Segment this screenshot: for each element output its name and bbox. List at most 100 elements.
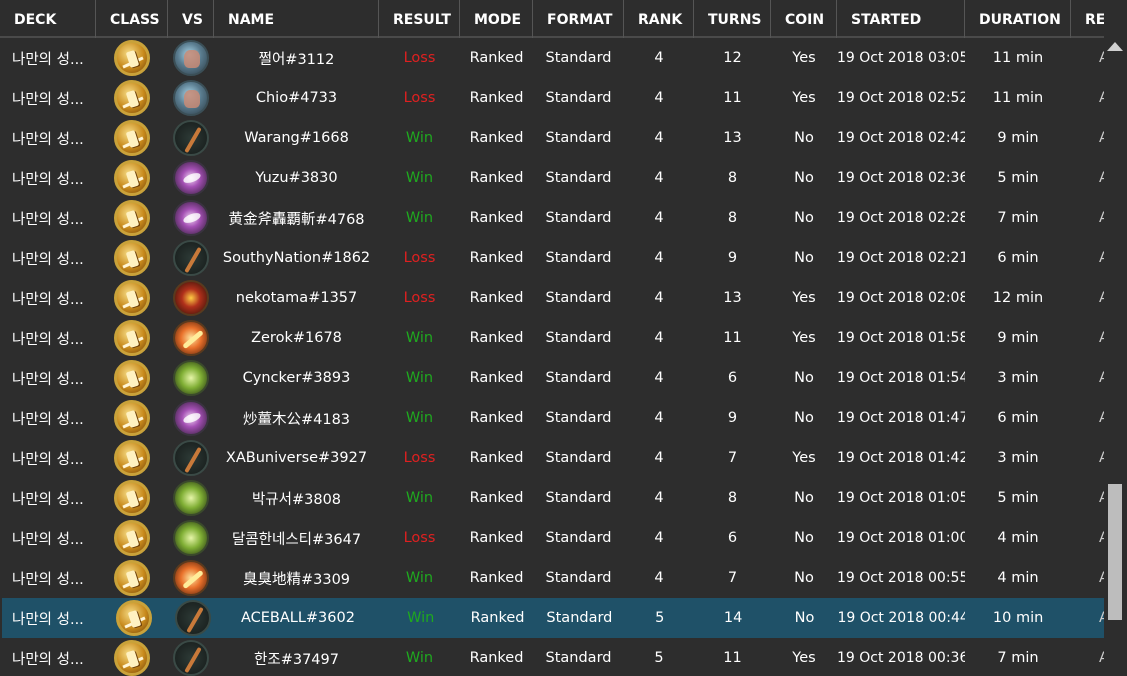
started-cell: 19 Oct 2018 02:28 xyxy=(837,210,965,226)
class-cell xyxy=(96,480,168,516)
table-row[interactable]: 나만의 성... 박규서#3808 Win Ranked Standard 4 8 No 19 … xyxy=(0,478,1104,518)
column-header-coin[interactable]: COIN xyxy=(771,0,837,38)
format-cell: Standard xyxy=(545,50,612,66)
turns-cell: 13 xyxy=(723,290,742,306)
duration-cell: 6 min xyxy=(997,250,1039,266)
vertical-scrollbar[interactable] xyxy=(1104,38,1127,676)
class-cell xyxy=(96,120,168,156)
table-row[interactable]: 나만의 성... ACEBALL#3602 Win Ranked Standard 5 14… xyxy=(2,598,1104,638)
scroll-up-arrow-icon[interactable] xyxy=(1107,42,1123,51)
priest-icon xyxy=(173,160,209,196)
class-cell xyxy=(96,40,168,76)
table-row[interactable]: 나만의 성... Warang#1668 Win Ranked Standard 4 13 N… xyxy=(0,118,1104,158)
column-header-vs[interactable]: VS xyxy=(168,0,214,38)
table-row[interactable]: 나만의 성... Cyncker#3893 Win Ranked Standard 4 6 N… xyxy=(0,358,1104,398)
table-row[interactable]: 나만의 성... nekotama#1357 Loss Ranked Standard 4… xyxy=(0,278,1104,318)
coin-cell: No xyxy=(794,490,814,506)
column-header-rank[interactable]: RANK xyxy=(624,0,694,38)
turns-cell: 13 xyxy=(723,130,742,146)
table-row[interactable]: 나만의 성... 쩔어#3112 Loss Ranked Standard 4 12 Yes 1… xyxy=(0,38,1104,78)
vs-cell xyxy=(168,40,214,76)
column-header-format[interactable]: FORMAT xyxy=(533,0,624,38)
class-cell xyxy=(96,560,168,596)
class-cell xyxy=(96,440,168,476)
paladin-icon xyxy=(114,480,150,516)
paladin-icon xyxy=(114,280,150,316)
re-cell: A xyxy=(1099,210,1104,226)
paladin-icon xyxy=(114,40,150,76)
table-row[interactable]: 나만의 성... Yuzu#3830 Win Ranked Standard 4 8 No 19… xyxy=(0,158,1104,198)
vs-cell xyxy=(170,600,216,636)
column-header-deck[interactable]: DECK xyxy=(0,0,96,38)
deck-cell: 나만의 성... xyxy=(12,651,84,668)
format-cell: Standard xyxy=(545,650,612,666)
result-cell: Win xyxy=(405,570,434,586)
column-header-started[interactable]: STARTED xyxy=(837,0,965,38)
deck-cell: 나만의 성... xyxy=(12,51,84,68)
deck-cell: 나만의 성... xyxy=(12,91,84,108)
table-row[interactable]: 나만의 성... XABuniverse#3927 Loss Ranked Standa… xyxy=(0,438,1104,478)
class-cell xyxy=(96,80,168,116)
paladin-icon xyxy=(114,320,150,356)
table-row[interactable]: 나만의 성... 黄金斧轟覇斬#4768 Win Ranked Standard 4 8 No… xyxy=(0,198,1104,238)
table-row[interactable]: 나만의 성... Zerok#1678 Win Ranked Standard 4 11 Ye… xyxy=(0,318,1104,358)
rogue-icon xyxy=(173,240,209,276)
vs-cell xyxy=(168,160,214,196)
mode-cell: Ranked xyxy=(469,170,524,186)
table-row[interactable]: 나만의 성... Chio#4733 Loss Ranked Standard 4 11 Ye… xyxy=(0,78,1104,118)
format-cell: Standard xyxy=(545,450,612,466)
deck-cell: 나만의 성... xyxy=(12,611,84,628)
duration-cell: 5 min xyxy=(997,170,1039,186)
name-cell: SouthyNation#1862 xyxy=(222,250,371,266)
mode-cell: Ranked xyxy=(469,50,524,66)
paladin-icon xyxy=(114,360,150,396)
column-header-class[interactable]: CLASS xyxy=(96,0,168,38)
class-cell xyxy=(96,160,168,196)
coin-cell: No xyxy=(794,610,815,626)
table-row[interactable]: 나만의 성... 달콤한네스티#3647 Loss Ranked Standard 4 6 N… xyxy=(0,518,1104,558)
re-cell: A xyxy=(1099,650,1104,666)
turns-cell: 12 xyxy=(723,50,742,66)
started-cell: 19 Oct 2018 03:05 xyxy=(837,50,965,66)
column-header-duration[interactable]: DURATION xyxy=(965,0,1071,38)
turns-cell: 11 xyxy=(723,650,742,666)
rank-cell: 4 xyxy=(654,170,664,186)
name-cell: 달콤한네스티#3647 xyxy=(231,531,362,548)
column-header-result[interactable]: RESULT xyxy=(379,0,460,38)
duration-cell: 7 min xyxy=(997,210,1039,226)
shaman-icon xyxy=(173,480,209,516)
re-cell: A xyxy=(1099,530,1104,546)
rogue-icon xyxy=(173,640,209,676)
coin-cell: No xyxy=(794,530,814,546)
format-cell: Standard xyxy=(545,290,612,306)
name-cell: Yuzu#3830 xyxy=(255,170,338,186)
name-cell: 쩔어#3112 xyxy=(258,51,335,68)
column-header-mode[interactable]: MODE xyxy=(460,0,533,38)
rank-cell: 4 xyxy=(654,490,664,506)
games-table: DECK CLASS VS NAME RESULT MODE FORMAT RA… xyxy=(0,0,1104,676)
table-row[interactable]: 나만의 성... 한조#37497 Win Ranked Standard 5 11 Yes 1… xyxy=(0,638,1104,676)
table-row[interactable]: 나만의 성... 臭臭地精#3309 Win Ranked Standard 4 7 No 19… xyxy=(0,558,1104,598)
turns-cell: 9 xyxy=(727,250,738,266)
class-cell xyxy=(96,200,168,236)
name-cell: ACEBALL#3602 xyxy=(240,610,355,626)
mode-cell: Ranked xyxy=(469,290,524,306)
re-cell: A xyxy=(1099,450,1104,466)
table-row[interactable]: 나만의 성... SouthyNation#1862 Loss Ranked Stand… xyxy=(0,238,1104,278)
re-cell: A xyxy=(1099,370,1104,386)
deck-cell: 나만의 성... xyxy=(12,211,84,228)
format-cell: Standard xyxy=(545,170,612,186)
column-header-turns[interactable]: TURNS xyxy=(694,0,771,38)
coin-cell: No xyxy=(794,370,814,386)
paladin-icon xyxy=(114,400,150,436)
mode-cell: Ranked xyxy=(469,450,524,466)
column-header-name[interactable]: NAME xyxy=(214,0,379,38)
column-header-re[interactable]: RE xyxy=(1071,0,1104,38)
turns-cell: 9 xyxy=(727,410,738,426)
table-row[interactable]: 나만의 성... 炒薑木公#4183 Win Ranked Standard 4 9 No 19… xyxy=(0,398,1104,438)
started-cell: 19 Oct 2018 02:21 xyxy=(837,250,965,266)
coin-cell: No xyxy=(794,250,814,266)
class-cell xyxy=(96,640,168,676)
vs-cell xyxy=(168,120,214,156)
scroll-thumb[interactable] xyxy=(1108,484,1122,620)
